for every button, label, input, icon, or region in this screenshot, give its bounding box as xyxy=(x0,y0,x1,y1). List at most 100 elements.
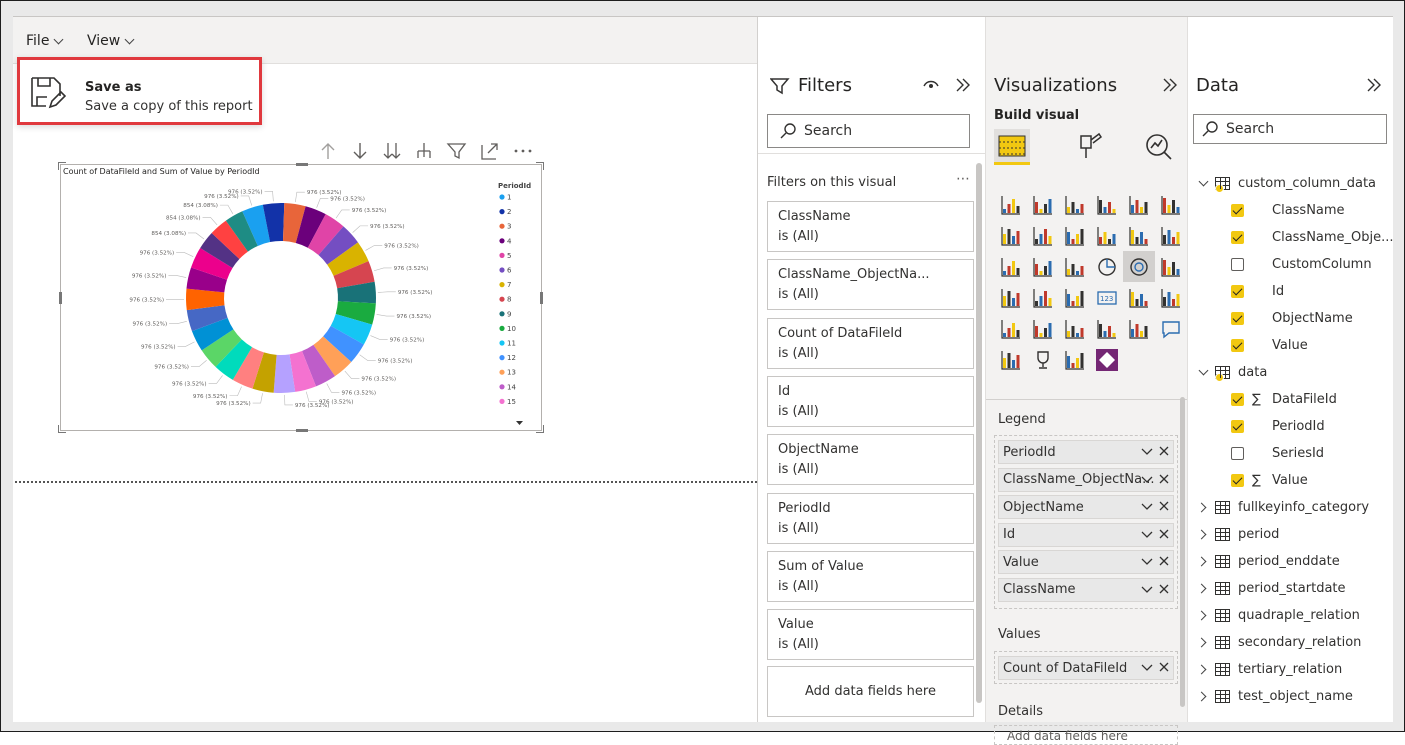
donut-chart-visual[interactable]: Count of DataFileId and Sum of Value by … xyxy=(60,164,542,431)
remove-field-icon[interactable] xyxy=(1159,474,1169,484)
remove-field-icon[interactable] xyxy=(1159,556,1169,566)
chevron-down-icon[interactable] xyxy=(1199,177,1209,187)
field-node[interactable]: ClassName xyxy=(1231,197,1345,224)
data-search-input[interactable]: Search xyxy=(1193,114,1387,144)
field-pill[interactable]: ClassName_ObjectNa... xyxy=(998,468,1174,492)
power-apps-visual-button[interactable] xyxy=(1091,344,1123,375)
filters-search-input[interactable]: Search xyxy=(767,114,970,148)
expand-hierarchy-icon[interactable] xyxy=(414,141,434,161)
stacked-area-visual-button[interactable] xyxy=(1059,220,1091,251)
details-well[interactable]: Add data fields here xyxy=(994,725,1178,745)
go-to-next-level-icon[interactable] xyxy=(382,141,402,161)
line-clustered-column-visual-button[interactable] xyxy=(1091,220,1123,251)
table-node[interactable]: period xyxy=(1198,521,1279,548)
field-checkbox[interactable] xyxy=(1231,420,1244,433)
legend-item[interactable]: 6 xyxy=(507,267,512,275)
filter-card[interactable]: Idis (All) xyxy=(767,376,974,427)
treemap-visual-button[interactable] xyxy=(1155,251,1187,282)
remove-field-icon[interactable] xyxy=(1159,529,1169,539)
stacked-bar-visual-button[interactable] xyxy=(995,189,1027,220)
filter-card[interactable]: ObjectNameis (All) xyxy=(767,434,974,485)
line-visual-button[interactable] xyxy=(995,220,1027,251)
legend-item[interactable]: 9 xyxy=(507,310,511,318)
focus-mode-icon[interactable] xyxy=(480,141,500,161)
analytics-icon[interactable] xyxy=(1144,132,1174,162)
resize-corner[interactable] xyxy=(58,425,66,433)
legend-item[interactable]: 3 xyxy=(507,223,511,231)
field-node[interactable]: Id xyxy=(1231,278,1284,305)
legend-well[interactable]: PeriodIdClassName_ObjectNa...ObjectNameI… xyxy=(994,435,1178,609)
funnel-visual-button[interactable] xyxy=(1027,251,1059,282)
field-pill[interactable]: ClassName xyxy=(998,578,1174,602)
waterfall-visual-button[interactable] xyxy=(995,251,1027,282)
collapse-pane-icon[interactable] xyxy=(1366,77,1382,93)
field-node[interactable]: ObjectName xyxy=(1231,305,1353,332)
stacked-column-visual-button[interactable] xyxy=(1027,189,1059,220)
resize-corner[interactable] xyxy=(536,162,544,170)
more-options-icon[interactable] xyxy=(512,141,534,161)
collapse-pane-icon[interactable] xyxy=(955,77,971,93)
filter-card[interactable]: PeriodIdis (All) xyxy=(767,493,974,544)
save-as-menu-item[interactable]: Save as Save a copy of this report xyxy=(17,57,262,125)
donut-visual-button[interactable] xyxy=(1123,251,1155,282)
clustered-bar-visual-button[interactable] xyxy=(1059,189,1091,220)
table-node[interactable]: quadraple_relation xyxy=(1198,602,1360,629)
filter-card[interactable]: Sum of Valueis (All) xyxy=(767,551,974,602)
chevron-down-icon[interactable] xyxy=(1141,445,1153,457)
legend-item[interactable]: 1 xyxy=(507,194,511,202)
100-stacked-column-visual-button[interactable] xyxy=(1155,189,1187,220)
legend-item[interactable]: 11 xyxy=(507,340,516,348)
table-node[interactable]: period_enddate xyxy=(1198,548,1340,575)
legend-item[interactable]: 14 xyxy=(507,383,516,391)
chevron-right-icon[interactable] xyxy=(1197,638,1207,648)
legend-item[interactable]: 12 xyxy=(507,354,516,362)
field-pill[interactable]: ObjectName xyxy=(998,495,1174,519)
matrix-visual-button[interactable] xyxy=(1059,313,1091,344)
key-influencers-visual-button[interactable] xyxy=(1123,313,1155,344)
chevron-right-icon[interactable] xyxy=(1197,557,1207,567)
resize-corner[interactable] xyxy=(58,162,66,170)
kpi-visual-button[interactable] xyxy=(1155,282,1187,313)
map-visual-button[interactable] xyxy=(995,282,1027,313)
chevron-right-icon[interactable] xyxy=(1197,530,1207,540)
drill-down-icon[interactable] xyxy=(350,141,370,161)
legend-item[interactable]: 2 xyxy=(507,208,511,216)
table-node[interactable]: test_object_name xyxy=(1198,683,1353,710)
filter-card[interactable]: ClassName_ObjectNa...is (All) xyxy=(767,259,974,310)
qa-visual-button[interactable] xyxy=(1155,313,1187,344)
chevron-down-icon[interactable] xyxy=(1141,528,1153,540)
resize-handle[interactable] xyxy=(540,292,543,304)
legend-item[interactable]: 13 xyxy=(507,369,516,377)
remove-field-icon[interactable] xyxy=(1159,584,1169,594)
field-node[interactable]: PeriodId xyxy=(1231,413,1325,440)
legend-item[interactable]: 10 xyxy=(507,325,516,333)
line-stacked-column-visual-button[interactable] xyxy=(1123,220,1155,251)
trophy-visual-button[interactable] xyxy=(1027,344,1059,375)
filter-card[interactable]: Count of DataFileIdis (All) xyxy=(767,318,974,369)
chevron-right-icon[interactable] xyxy=(1197,611,1207,621)
table-node[interactable]: period_startdate xyxy=(1198,575,1346,602)
multi-row-card-visual-button[interactable] xyxy=(1123,282,1155,313)
chevron-right-icon[interactable] xyxy=(1197,665,1207,675)
field-node[interactable]: ClassName_Obje... xyxy=(1231,224,1394,251)
file-menu[interactable]: File xyxy=(26,33,62,49)
table-visual-button[interactable] xyxy=(1027,313,1059,344)
chevron-down-icon[interactable] xyxy=(1141,555,1153,567)
remove-field-icon[interactable] xyxy=(1159,446,1169,456)
legend-item[interactable]: 8 xyxy=(507,296,511,304)
report-canvas[interactable]: Count of DataFileId and Sum of Value by … xyxy=(13,64,757,722)
filter-icon[interactable] xyxy=(446,141,468,161)
view-menu[interactable]: View xyxy=(87,33,133,49)
card-visual-button[interactable]: 123 xyxy=(1091,282,1123,313)
drill-up-icon[interactable] xyxy=(318,141,338,161)
clustered-column-visual-button[interactable] xyxy=(1091,189,1123,220)
chevron-right-icon[interactable] xyxy=(1197,584,1207,594)
chevron-down-icon[interactable] xyxy=(1141,583,1153,595)
field-node[interactable]: ∑DataFileId xyxy=(1231,386,1337,413)
resize-handle[interactable] xyxy=(59,292,62,304)
filter-card[interactable]: Valueis (All) xyxy=(767,609,974,660)
chevron-right-icon[interactable] xyxy=(1197,503,1207,513)
resize-handle[interactable] xyxy=(296,163,308,166)
decomposition-tree-visual-button[interactable] xyxy=(1091,313,1123,344)
chevron-down-icon[interactable] xyxy=(1141,500,1153,512)
